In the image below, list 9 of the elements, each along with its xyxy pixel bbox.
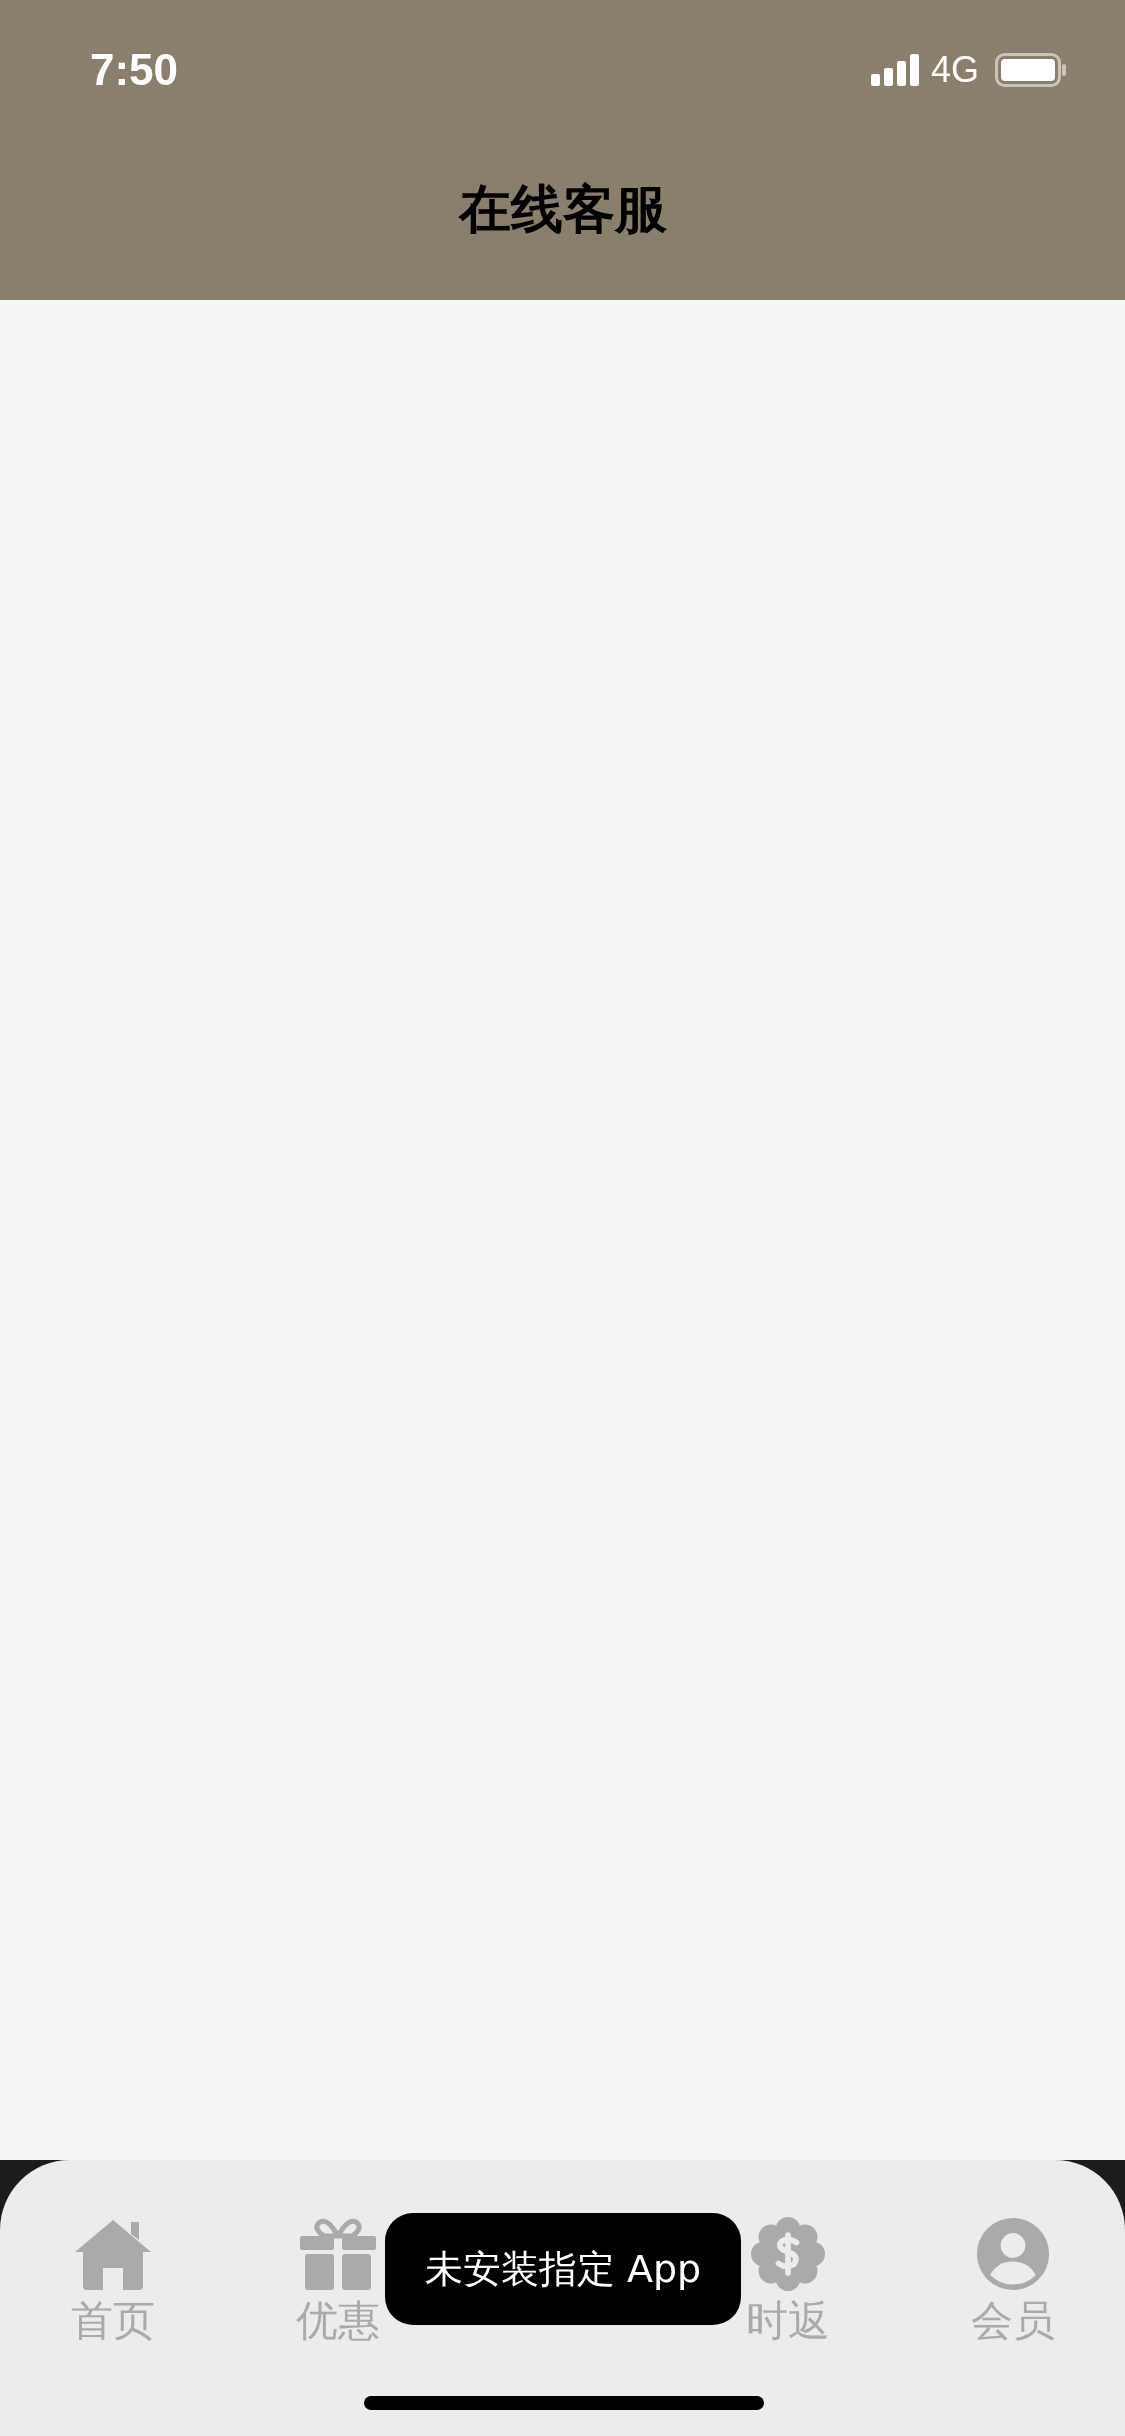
network-label: 4G (930, 49, 979, 91)
install-toast: 未安装指定 App (385, 2213, 741, 2325)
battery-icon (995, 53, 1067, 87)
gift-icon (297, 2216, 378, 2292)
tab-item[interactable]: 会员 (900, 2216, 1125, 2347)
tab-item[interactable]: 首页 (0, 2216, 225, 2347)
page-title: 在线客服 (458, 178, 667, 241)
status-time: 7:50 (90, 45, 179, 95)
signal-icon (870, 54, 921, 86)
